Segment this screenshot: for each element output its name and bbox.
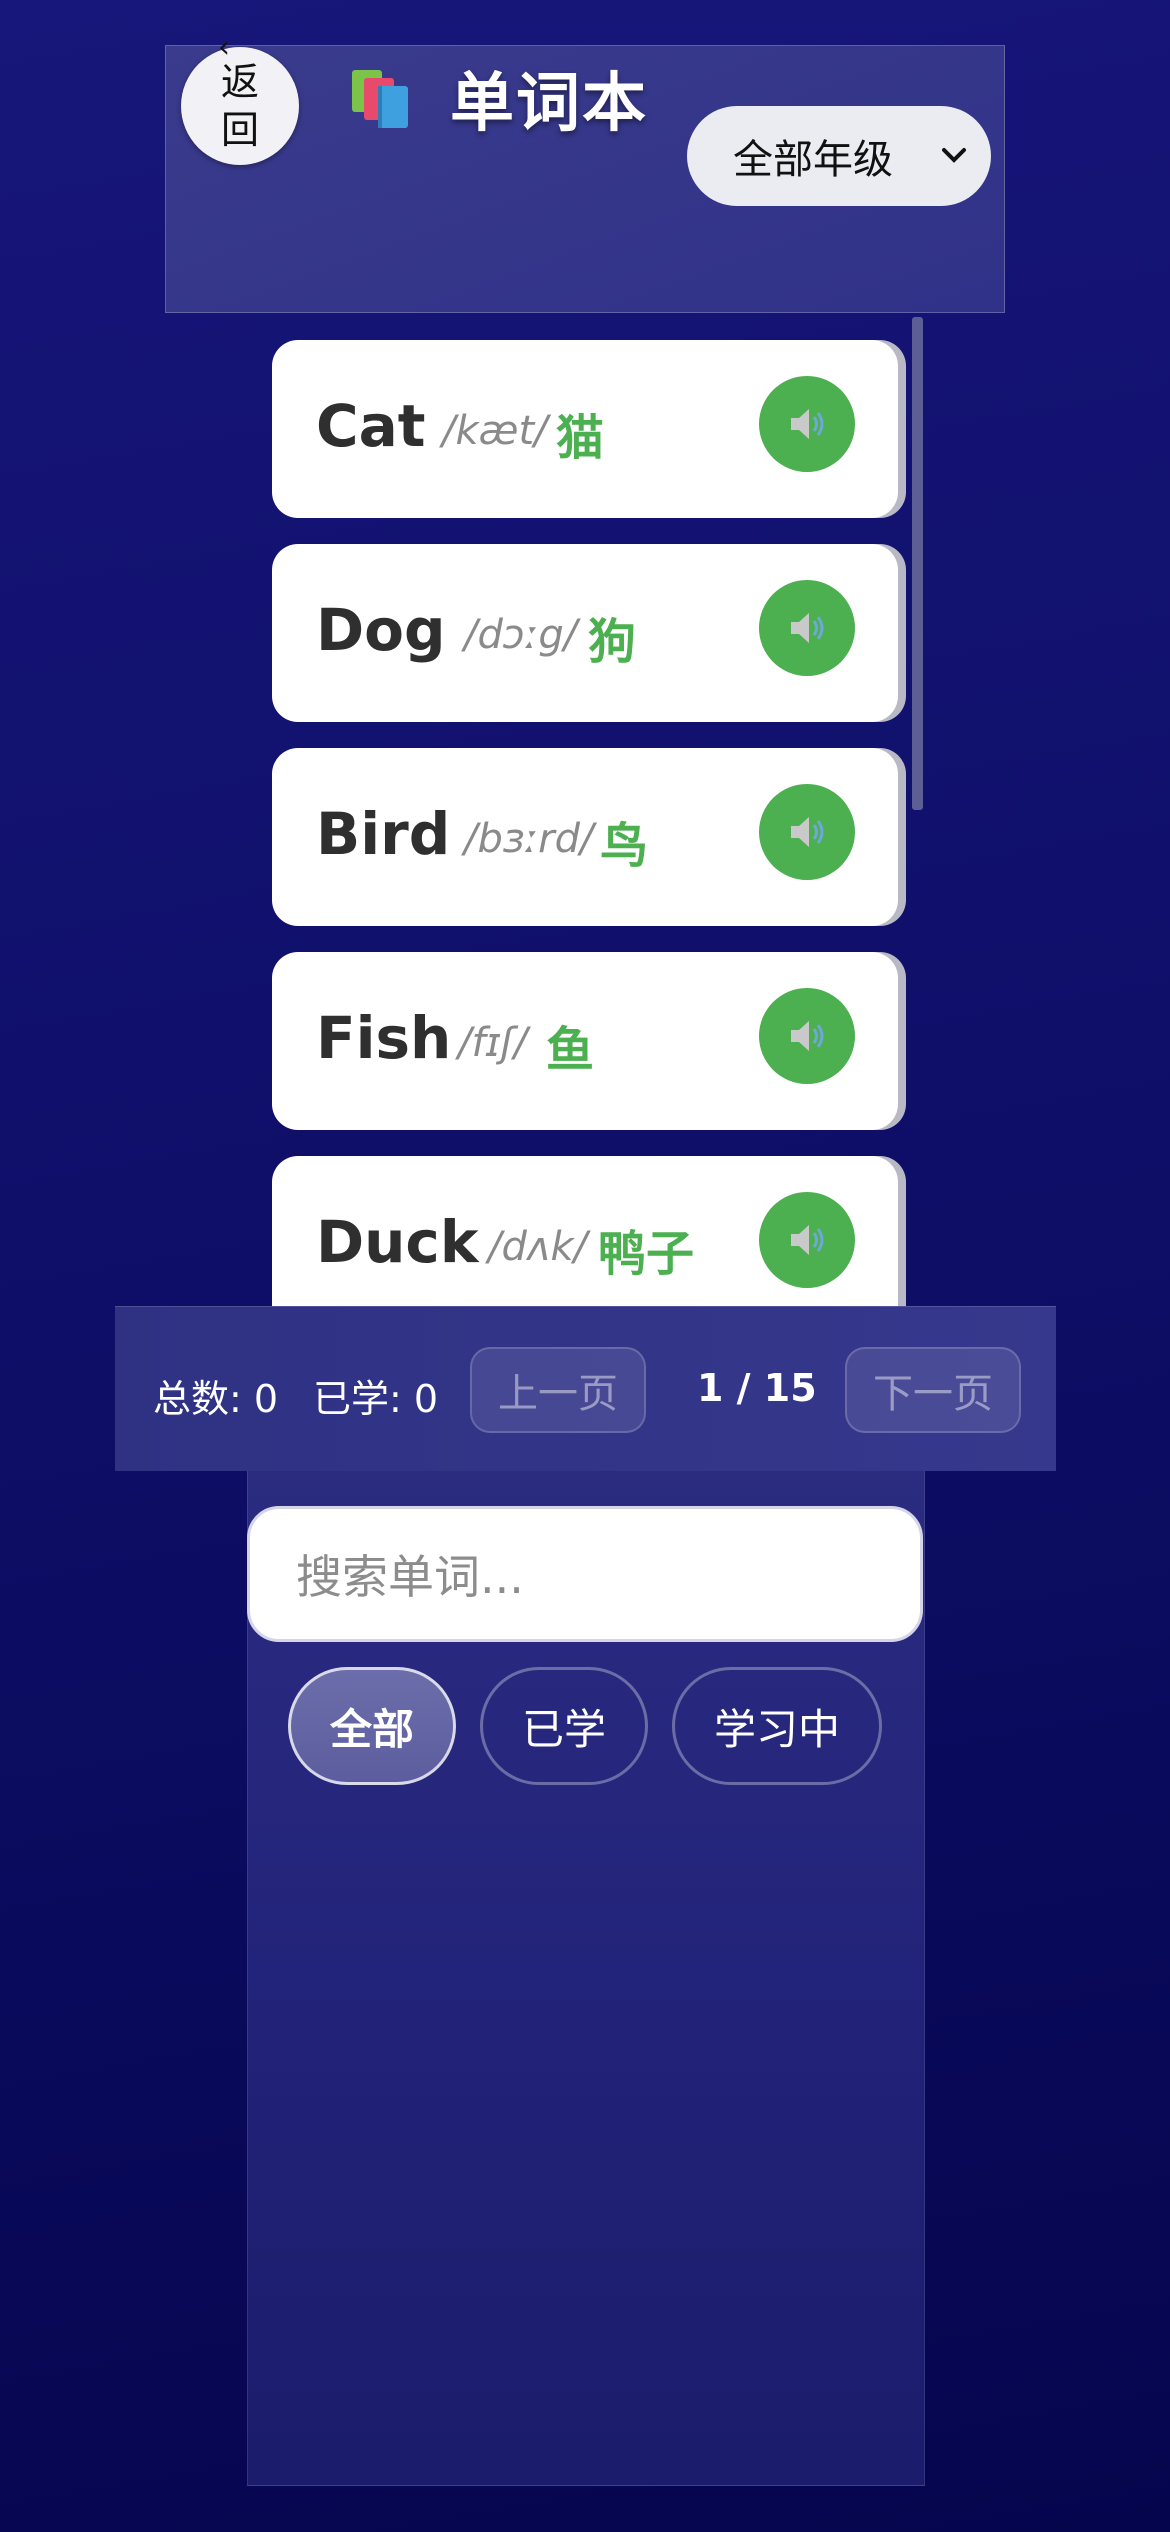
- word-card-cat[interactable]: Cat /kæt/ 猫: [272, 340, 898, 518]
- word-card-duck[interactable]: Duck /dʌk/ 鸭子: [272, 1156, 898, 1306]
- filter-learning-button[interactable]: 学习中: [672, 1667, 882, 1785]
- word-card-dog[interactable]: Dog /dɔːg/ 狗: [272, 544, 898, 722]
- back-button[interactable]: 返回: [181, 47, 299, 165]
- word-chinese: 鸟: [600, 818, 649, 874]
- word-phonetic: /kæt/: [442, 408, 548, 454]
- speaker-icon: [791, 409, 824, 439]
- word-card-fish[interactable]: Fish /fɪʃ/ 鱼: [272, 952, 898, 1130]
- word-english: Duck: [316, 1208, 479, 1276]
- chevron-down-icon: [942, 148, 966, 163]
- page-indicator: 1 / 15: [697, 1366, 817, 1410]
- word-phonetic: /dɔːg/: [464, 612, 578, 658]
- grade-select-value: 全部年级: [733, 137, 893, 183]
- word-phonetic: /bɜːrd/: [464, 816, 594, 862]
- learned-count: 已学: 0: [313, 1377, 439, 1421]
- search-input[interactable]: 搜索单词...: [247, 1506, 923, 1642]
- grade-select[interactable]: 全部年级: [687, 106, 991, 206]
- speak-button[interactable]: [759, 988, 855, 1084]
- page-title: 单词本: [450, 67, 648, 141]
- next-page-button[interactable]: 下一页: [845, 1347, 1021, 1433]
- word-chinese: 狗: [588, 614, 637, 670]
- word-chinese: 猫: [556, 410, 605, 466]
- speaker-icon: [791, 817, 824, 847]
- total-count: 总数: 0: [153, 1377, 279, 1421]
- speaker-icon: [791, 1021, 824, 1051]
- word-phonetic: /fɪʃ/: [458, 1020, 528, 1066]
- filter-learned-button[interactable]: 已学: [480, 1667, 648, 1785]
- word-english: Cat: [316, 392, 426, 460]
- speak-button[interactable]: [759, 784, 855, 880]
- prev-page-button[interactable]: 上一页: [470, 1347, 646, 1433]
- word-phonetic: /dʌk/: [488, 1224, 588, 1270]
- filter-all-button[interactable]: 全部: [288, 1667, 456, 1785]
- speak-button[interactable]: [759, 1192, 855, 1288]
- word-chinese: 鸭子: [598, 1226, 695, 1282]
- word-card-bird[interactable]: Bird /bɜːrd/ 鸟: [272, 748, 898, 926]
- back-button-label: 返回: [220, 60, 259, 152]
- word-english: Bird: [316, 800, 451, 868]
- books-icon: [352, 70, 408, 128]
- arrow-left-icon: ‹: [218, 30, 230, 65]
- word-english: Fish: [316, 1004, 452, 1072]
- word-list: Cat /kæt/ 猫 Dog /dɔːg/ 狗 Bird /bɜːrd/ 鸟: [260, 330, 920, 1306]
- speak-button[interactable]: [759, 376, 855, 472]
- speak-button[interactable]: [759, 580, 855, 676]
- speaker-icon: [791, 1225, 824, 1255]
- word-english: Dog: [316, 596, 446, 664]
- speaker-icon: [791, 613, 824, 643]
- word-chinese: 鱼: [546, 1022, 595, 1078]
